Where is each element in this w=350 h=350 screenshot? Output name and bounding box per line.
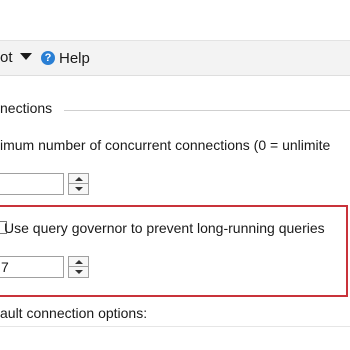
connections-section-title: nections bbox=[0, 100, 53, 116]
arrow-down-icon bbox=[75, 270, 83, 274]
title-area bbox=[0, 0, 350, 41]
query-governor-value-input[interactable]: 7 bbox=[0, 256, 64, 278]
chevron-down-icon[interactable] bbox=[20, 53, 32, 60]
query-governor-label: Use query governor to prevent long-runni… bbox=[4, 220, 325, 236]
server-properties-connections-page: ot ? Help nections imum number of concur… bbox=[0, 0, 350, 350]
spin-down-button[interactable] bbox=[68, 184, 89, 195]
max-connections-spinner bbox=[68, 173, 89, 195]
spin-up-button[interactable] bbox=[68, 173, 89, 184]
max-concurrent-connections-label: imum number of concurrent connections (0… bbox=[0, 137, 331, 153]
arrow-up-icon bbox=[75, 177, 83, 181]
help-icon: ? bbox=[41, 51, 55, 65]
toolbar: ot ? Help bbox=[0, 41, 350, 76]
default-connection-options-label: ault connection options: bbox=[0, 305, 148, 321]
script-button[interactable]: ot bbox=[0, 41, 13, 75]
section-divider bbox=[64, 110, 350, 111]
max-concurrent-connections-input[interactable] bbox=[0, 173, 64, 195]
arrow-up-icon bbox=[75, 260, 83, 264]
spin-down-button[interactable] bbox=[68, 267, 89, 278]
highlight-annotation-box bbox=[0, 205, 348, 297]
help-button[interactable]: ? Help bbox=[41, 41, 90, 75]
arrow-down-icon bbox=[75, 187, 83, 191]
help-label: Help bbox=[59, 49, 90, 67]
options-list-border bbox=[0, 326, 350, 327]
spin-up-button[interactable] bbox=[68, 256, 89, 267]
query-governor-spinner bbox=[68, 256, 89, 278]
